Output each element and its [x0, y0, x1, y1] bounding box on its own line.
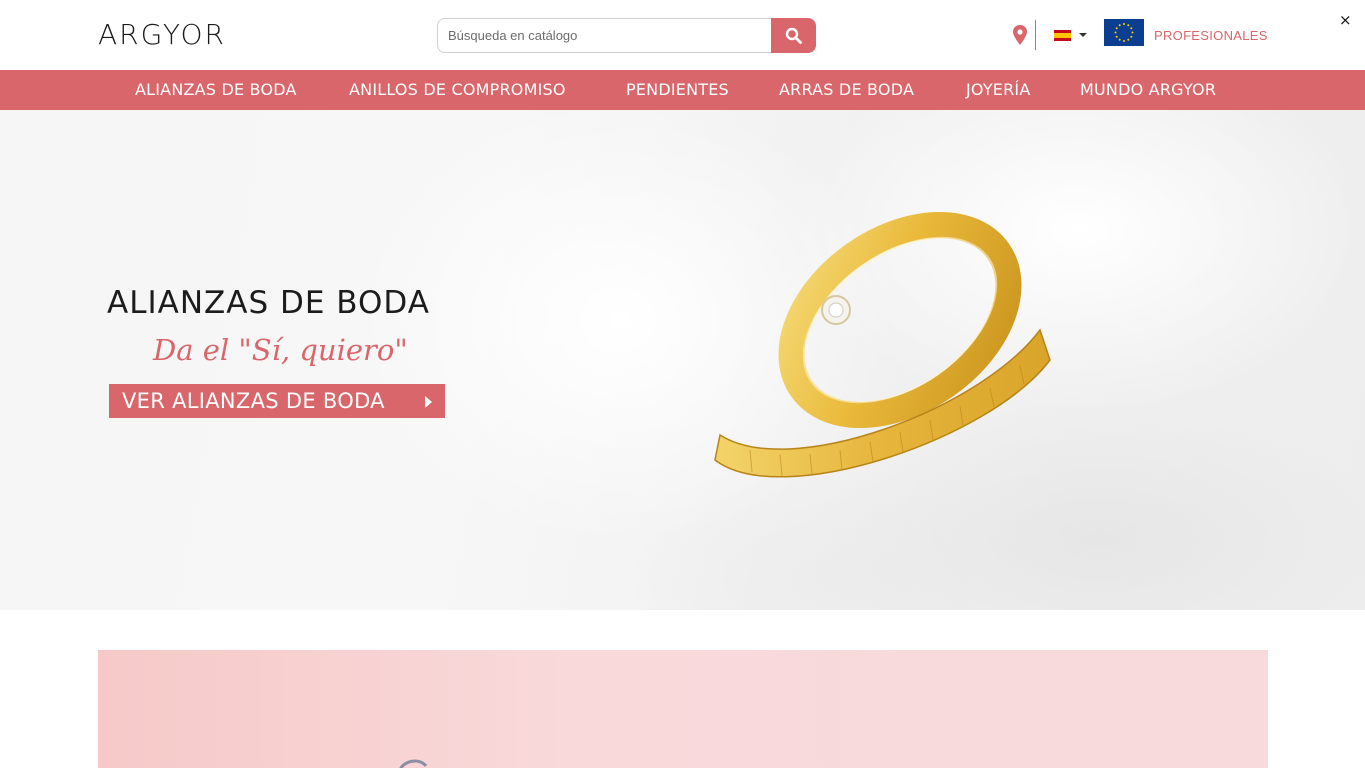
nav-item-pendientes[interactable]: PENDIENTES [626, 81, 729, 99]
search-input[interactable] [437, 18, 772, 53]
hero-title: ALIANZAS DE BODA [107, 285, 430, 321]
hero-subtitle: Da el "Sí, quiero" [153, 333, 408, 367]
nav-item-mundo-argyor[interactable]: MUNDO ARGYOR [1080, 81, 1216, 99]
nav-item-joyeria[interactable]: JOYERÍA [966, 81, 1031, 99]
promo-banner[interactable] [98, 650, 1268, 768]
search-bar [437, 18, 816, 53]
nav-item-arras-de-boda[interactable]: ARRAS DE BODA [779, 81, 914, 99]
argyor-logo[interactable]: ARGYOR [98, 20, 226, 50]
spain-flag-icon [1054, 29, 1071, 41]
site-header: ARGYOR Búsqueda en catálogo PROFESIONALE… [0, 0, 1365, 70]
ring-image [399, 759, 428, 768]
view-wedding-rings-button[interactable]: VER ALIANZAS DE BODA [109, 384, 445, 418]
nav-item-alianzas-de-boda[interactable]: ALIANZAS DE BODA [135, 81, 297, 99]
header-divider [1035, 20, 1036, 50]
hero-banner[interactable]: ALIANZAS DE BODA Da el "Sí, quiero" VER … [0, 110, 1365, 610]
professionals-link[interactable]: PROFESIONALES [1154, 28, 1268, 43]
arrow-right-icon [425, 396, 432, 408]
eu-flag-icon [1104, 19, 1144, 51]
close-icon[interactable]: × [1339, 11, 1352, 29]
chevron-down-icon [1079, 33, 1087, 37]
main-nav: ALIANZAS DE BODA ANILLOS DE COMPROMISO P… [0, 70, 1365, 110]
wedding-rings-image [714, 211, 1051, 478]
language-selector[interactable] [1054, 29, 1088, 41]
search-button[interactable] [771, 18, 816, 53]
nav-item-anillos-de-compromiso[interactable]: ANILLOS DE COMPROMISO [349, 81, 566, 99]
map-pin-icon[interactable] [1012, 25, 1028, 45]
search-icon [785, 27, 802, 44]
cta-label: VER ALIANZAS DE BODA [122, 389, 385, 413]
